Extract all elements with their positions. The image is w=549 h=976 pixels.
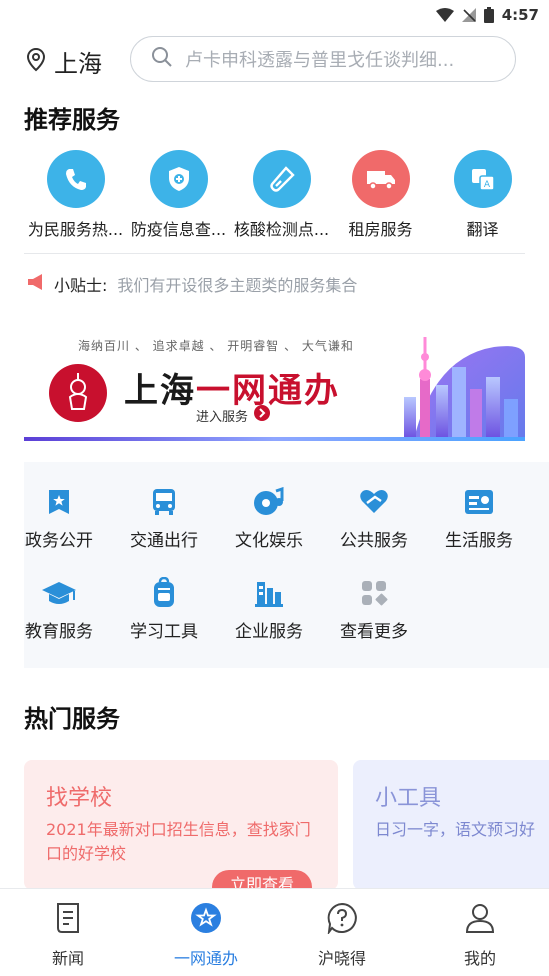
battery-icon bbox=[483, 7, 494, 23]
banner-enter-label: 进入服务 bbox=[196, 409, 249, 425]
tab-mine[interactable]: 我的 bbox=[425, 901, 535, 969]
service-nucleic-test[interactable]: 核酸检测点... bbox=[230, 150, 333, 240]
news-icon bbox=[13, 901, 123, 935]
no-signal-icon bbox=[461, 8, 476, 22]
megaphone-icon bbox=[26, 273, 46, 295]
tip-bar: 小贴士: 我们有开设很多主题类的服务集合 bbox=[26, 272, 357, 296]
bus-icon bbox=[112, 484, 216, 520]
card-mini-tools[interactable]: 小工具 日习一字，语文预习好 bbox=[353, 760, 549, 890]
tab-label: 新闻 bbox=[51, 949, 84, 968]
card-title: 小工具 bbox=[375, 786, 442, 811]
service-label: 为民服务热... bbox=[27, 220, 124, 239]
shanghai-logo-icon bbox=[48, 363, 108, 427]
category-culture[interactable]: 文化娱乐 bbox=[217, 484, 321, 551]
banner-enter[interactable]: 进入服务 bbox=[196, 405, 271, 425]
category-transport[interactable]: 交通出行 bbox=[112, 484, 216, 551]
tab-news[interactable]: 新闻 bbox=[13, 901, 123, 969]
service-label: 租房服务 bbox=[348, 220, 413, 239]
category-life[interactable]: 生活服务 bbox=[427, 484, 531, 551]
life-card-icon bbox=[427, 484, 531, 520]
location-label: 上海 bbox=[54, 50, 102, 78]
search-placeholder: 卢卡申科透露与普里戈任谈判细... bbox=[185, 50, 455, 71]
tab-one-net[interactable]: 一网通办 bbox=[151, 901, 261, 969]
service-label: 防疫信息查... bbox=[130, 220, 227, 239]
status-bar: 4:57 bbox=[0, 0, 549, 30]
svg-text:A: A bbox=[483, 180, 490, 190]
location-selector[interactable]: 上海 bbox=[26, 44, 102, 79]
category-gov-affairs[interactable]: 政务公开 bbox=[7, 484, 111, 551]
card-desc: 日习一字，语文预习好 bbox=[375, 820, 536, 839]
wifi-icon bbox=[435, 8, 454, 22]
category-label: 公共服务 bbox=[340, 531, 408, 551]
category-enterprise[interactable]: 企业服务 bbox=[217, 575, 321, 642]
category-label: 学习工具 bbox=[130, 622, 198, 642]
category-study-tools[interactable]: 学习工具 bbox=[112, 575, 216, 642]
skyline-illustration-icon bbox=[374, 327, 525, 441]
tab-hu-xiao-de[interactable]: 沪晓得 bbox=[287, 901, 397, 969]
gov-star-icon bbox=[7, 484, 111, 520]
user-icon bbox=[425, 901, 535, 935]
status-time: 4:57 bbox=[501, 6, 539, 24]
card-find-school[interactable]: 找学校 2021年最新对口招生信息，查找家门口的好学校 立即查看 bbox=[24, 760, 338, 890]
building-chart-icon bbox=[217, 575, 321, 611]
tab-label: 我的 bbox=[463, 949, 496, 968]
service-rental[interactable]: 租房服务 bbox=[329, 150, 432, 240]
service-hotline[interactable]: 为民服务热... bbox=[24, 150, 127, 240]
graduation-cap-icon bbox=[7, 575, 111, 611]
question-bubble-icon bbox=[287, 901, 397, 935]
recommended-services: 为民服务热... 防疫信息查... 核酸检测点... 租房服务 A 翻译 bbox=[0, 150, 549, 242]
truck-icon bbox=[351, 150, 410, 208]
recommended-title: 推荐服务 bbox=[24, 106, 120, 134]
category-more[interactable]: 查看更多 bbox=[322, 575, 426, 642]
more-grid-icon bbox=[322, 575, 426, 611]
tab-label: 一网通办 bbox=[173, 949, 238, 968]
test-tube-icon bbox=[252, 150, 311, 208]
category-label: 查看更多 bbox=[340, 622, 408, 642]
service-translate[interactable]: A 翻译 bbox=[431, 150, 534, 240]
view-now-button[interactable]: 立即查看 bbox=[212, 870, 312, 890]
service-epidemic-query[interactable]: 防疫信息查... bbox=[127, 150, 230, 240]
category-education[interactable]: 教育服务 bbox=[7, 575, 111, 642]
service-label: 翻译 bbox=[466, 220, 499, 239]
divider bbox=[24, 253, 525, 254]
location-pin-icon bbox=[26, 47, 46, 76]
header: 上海 卢卡申科透露与普里戈任谈判细... bbox=[0, 36, 549, 84]
service-star-icon bbox=[151, 901, 261, 935]
category-label: 企业服务 bbox=[235, 622, 303, 642]
category-label: 政务公开 bbox=[25, 531, 93, 551]
banner-divider bbox=[24, 437, 525, 441]
shield-plus-icon bbox=[149, 150, 208, 208]
search-input[interactable]: 卢卡申科透露与普里戈任谈判细... bbox=[130, 36, 516, 82]
heart-hand-icon bbox=[322, 484, 426, 520]
banner-brand-city: 上海 bbox=[124, 371, 196, 411]
banner-slogan: 海纳百川 、 追求卓越 、 开明睿智 、 大气谦和 bbox=[78, 339, 354, 353]
tab-label: 沪晓得 bbox=[317, 949, 366, 968]
arrow-right-icon bbox=[254, 405, 271, 425]
tip-label: 小贴士: bbox=[54, 276, 108, 295]
bottom-tab-bar: 新闻 一网通办 沪晓得 我的 bbox=[0, 888, 549, 976]
category-label: 教育服务 bbox=[25, 622, 93, 642]
category-public[interactable]: 公共服务 bbox=[322, 484, 426, 551]
category-label: 交通出行 bbox=[130, 531, 198, 551]
service-categories: 政务公开 交通出行 文化娱乐 公共服务 生活服务 教育服务 学习工具 企业服务 … bbox=[24, 462, 549, 668]
service-label: 核酸检测点... bbox=[233, 220, 330, 239]
one-net-banner[interactable]: 海纳百川 、 追求卓越 、 开明睿智 、 大气谦和 上海一网通办 进入服务 bbox=[24, 325, 525, 441]
card-desc: 2021年最新对口招生信息，查找家门口的好学校 bbox=[46, 820, 311, 863]
card-title: 找学校 bbox=[46, 786, 113, 811]
tip-text: 我们有开设很多主题类的服务集合 bbox=[117, 276, 358, 295]
translate-icon: A bbox=[453, 150, 512, 208]
hot-title: 热门服务 bbox=[24, 705, 120, 733]
category-label: 文化娱乐 bbox=[235, 531, 303, 551]
music-disc-icon bbox=[217, 484, 321, 520]
phone-icon bbox=[46, 150, 105, 208]
backpack-icon bbox=[112, 575, 216, 611]
search-icon bbox=[151, 46, 173, 72]
category-label: 生活服务 bbox=[445, 531, 513, 551]
